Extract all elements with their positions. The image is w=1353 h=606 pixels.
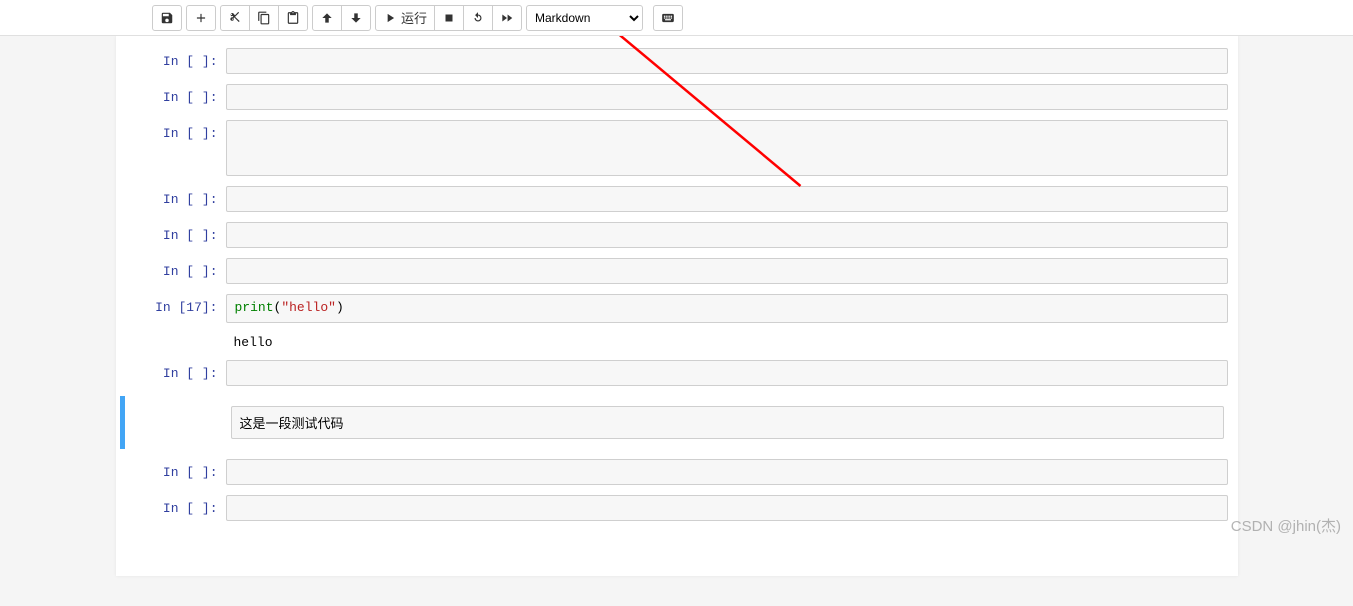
play-icon xyxy=(383,11,397,25)
code-cell[interactable]: In [ ]: xyxy=(116,254,1238,288)
fast-forward-icon xyxy=(500,11,514,25)
code-input[interactable] xyxy=(226,258,1228,284)
run-button[interactable]: 运行 xyxy=(375,5,435,31)
move-up-button[interactable] xyxy=(312,5,342,31)
prompt: In [ ]: xyxy=(116,120,226,176)
interrupt-button[interactable] xyxy=(434,5,464,31)
restart-button[interactable] xyxy=(463,5,493,31)
paste-icon xyxy=(286,11,300,25)
code-cell[interactable]: In [ ]: xyxy=(116,116,1238,180)
cell-output: hello xyxy=(116,331,1238,354)
markdown-input[interactable]: 这是一段测试代码 xyxy=(231,406,1224,439)
toolbar: 运行 代码Markdown原生 NBConvert标题 xyxy=(0,0,1353,36)
code-cell[interactable]: In [ ]: xyxy=(116,356,1238,390)
markdown-cell[interactable]: 这是一段测试代码 xyxy=(120,396,1230,449)
plus-icon xyxy=(194,11,208,25)
code-input[interactable] xyxy=(226,495,1228,521)
restart-run-all-button[interactable] xyxy=(492,5,522,31)
prompt: In [17]: xyxy=(116,294,226,323)
code-cell[interactable]: In [ ]: xyxy=(116,182,1238,216)
prompt: In [ ]: xyxy=(116,495,226,521)
add-cell-button[interactable] xyxy=(186,5,216,31)
code-cell[interactable]: In [ ]: xyxy=(116,218,1238,252)
notebook: In [ ]: In [ ]: In [ ]: In [ ]: In [ ]: In [ … xyxy=(116,36,1238,576)
code-cell[interactable]: In [ ]: xyxy=(116,491,1238,525)
code-input[interactable] xyxy=(226,222,1228,248)
save-button[interactable] xyxy=(152,5,182,31)
save-icon xyxy=(160,11,174,25)
copy-icon xyxy=(257,11,271,25)
output-text: hello xyxy=(226,331,1238,354)
copy-button[interactable] xyxy=(249,5,279,31)
prompt: In [ ]: xyxy=(116,48,226,74)
code-cell[interactable]: In [17]:print("hello") xyxy=(116,290,1238,327)
prompt xyxy=(139,406,231,439)
code-cell[interactable]: In [ ]: xyxy=(116,44,1238,78)
code-input[interactable]: print("hello") xyxy=(226,294,1228,323)
run-label: 运行 xyxy=(401,8,427,27)
cut-icon xyxy=(228,11,242,25)
prompt: In [ ]: xyxy=(116,258,226,284)
command-palette-button[interactable] xyxy=(653,5,683,31)
cell-type-select[interactable]: 代码Markdown原生 NBConvert标题 xyxy=(526,5,643,31)
cut-button[interactable] xyxy=(220,5,250,31)
code-input[interactable] xyxy=(226,360,1228,386)
keyboard-icon xyxy=(661,11,675,25)
prompt: In [ ]: xyxy=(116,186,226,212)
prompt: In [ ]: xyxy=(116,222,226,248)
restart-icon xyxy=(471,11,485,25)
paste-button[interactable] xyxy=(278,5,308,31)
move-down-button[interactable] xyxy=(341,5,371,31)
arrow-up-icon xyxy=(320,11,334,25)
stop-icon xyxy=(442,11,456,25)
code-cell[interactable]: In [ ]: xyxy=(116,455,1238,489)
prompt: In [ ]: xyxy=(116,84,226,110)
code-input[interactable] xyxy=(226,120,1228,176)
prompt: In [ ]: xyxy=(116,360,226,386)
code-input[interactable] xyxy=(226,186,1228,212)
prompt: In [ ]: xyxy=(116,459,226,485)
code-cell[interactable]: In [ ]: xyxy=(116,80,1238,114)
code-input[interactable] xyxy=(226,48,1228,74)
code-input[interactable] xyxy=(226,459,1228,485)
code-input[interactable] xyxy=(226,84,1228,110)
arrow-down-icon xyxy=(349,11,363,25)
